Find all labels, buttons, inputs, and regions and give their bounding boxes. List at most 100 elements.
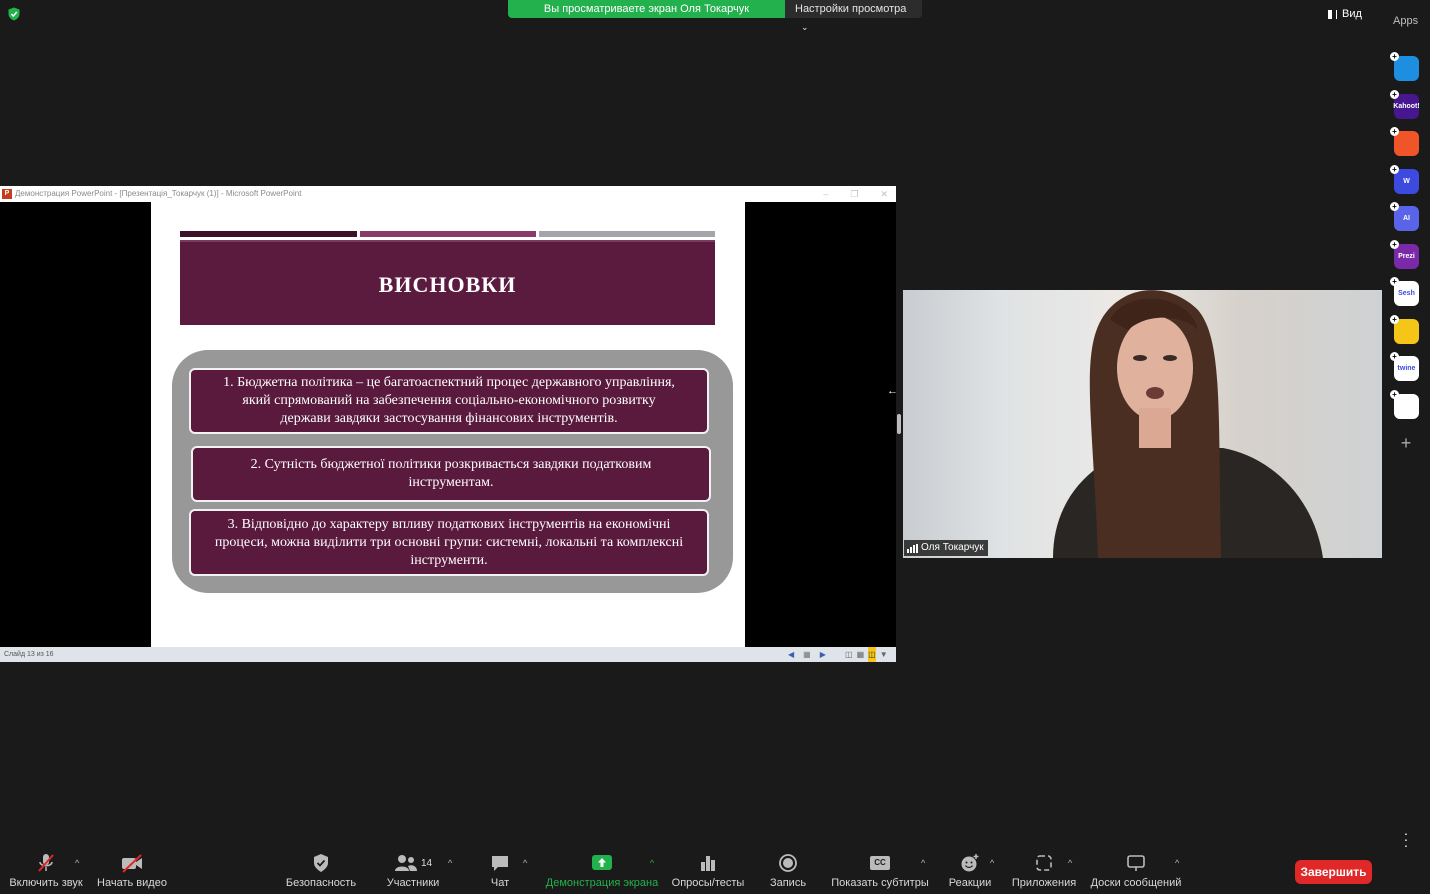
more-options-icon[interactable]: · · · xyxy=(1401,826,1411,852)
ai-app-icon[interactable]: AI + xyxy=(1390,202,1419,231)
slide-title: ВИСНОВКИ xyxy=(378,272,517,297)
slide-counter: Слайд 13 из 16 xyxy=(4,651,54,658)
twine-text: twine xyxy=(1397,365,1416,372)
kahoot-icon[interactable]: Kahoot! + xyxy=(1390,90,1420,119)
slide-nav-controls: ◀ ▦ ▶ xyxy=(788,647,826,662)
add-app-plus-icon[interactable]: + xyxy=(1390,127,1399,136)
chat-button[interactable]: Чат xyxy=(480,848,520,894)
ppt-window-title: Демонстрация PowerPoint - [Презентація_Т… xyxy=(15,189,302,198)
ai-app-text: AI xyxy=(1403,215,1410,222)
polls-button[interactable]: Опросы/тесты xyxy=(670,848,746,894)
whiteboards-options-chevron-icon[interactable]: ^ xyxy=(1175,858,1179,868)
add-app-plus-icon[interactable]: + xyxy=(1390,240,1399,249)
participants-icon: 14 xyxy=(394,848,432,878)
end-meeting-button[interactable]: Завершить xyxy=(1295,860,1372,884)
participants-options-chevron-icon[interactable]: ^ xyxy=(448,858,452,868)
view-button-label: Вид xyxy=(1342,8,1362,20)
orange-app-icon[interactable]: + xyxy=(1390,127,1419,156)
multicolor-app-icon[interactable]: + xyxy=(1390,390,1419,419)
captions-button[interactable]: CC Показать субтитры xyxy=(829,848,931,894)
polls-icon xyxy=(699,848,717,878)
whiteboards-label: Доски сообщений xyxy=(1090,877,1182,889)
view-settings-dropdown[interactable]: Настройки просмотра ⌄ xyxy=(785,0,922,32)
previous-slide-icon[interactable]: ◀ xyxy=(788,647,794,662)
apps-icon xyxy=(1035,848,1053,878)
record-button[interactable]: Запись xyxy=(760,848,816,894)
ppt-title-bar[interactable]: P Демонстрация PowerPoint - [Презентація… xyxy=(0,186,896,202)
chevron-down-icon: ⌄ xyxy=(801,22,809,32)
add-app-icon[interactable]: + xyxy=(1397,434,1415,452)
add-app-plus-icon[interactable]: + xyxy=(1390,90,1399,99)
chat-options-chevron-icon[interactable]: ^ xyxy=(523,858,527,868)
security-button[interactable]: Безопасность xyxy=(283,848,359,894)
captions-label: Показать субтитры xyxy=(831,877,929,889)
add-app-plus-icon[interactable]: + xyxy=(1390,52,1399,61)
participant-video[interactable]: Оля Токарчук xyxy=(903,290,1382,558)
add-app-plus-icon[interactable]: + xyxy=(1390,202,1399,211)
participant-name: Оля Токарчук xyxy=(921,542,984,553)
normal-view-icon[interactable]: ◫ xyxy=(845,647,853,662)
chat-label: Чат xyxy=(490,877,510,889)
start-video-button[interactable]: Начать видео xyxy=(94,848,170,894)
polls-label: Опросы/тесты xyxy=(671,877,745,889)
add-app-plus-icon[interactable]: + xyxy=(1390,277,1399,286)
split-view-handle[interactable] xyxy=(897,414,901,434)
restore-icon[interactable]: ❐ xyxy=(850,186,858,202)
encryption-shield-icon[interactable] xyxy=(7,7,21,21)
participants-button[interactable]: 14 Участники xyxy=(378,848,448,894)
collapse-arrow-icon[interactable]: ← xyxy=(887,385,898,397)
add-app-plus-icon[interactable]: + xyxy=(1390,352,1399,361)
next-slide-icon[interactable]: ▶ xyxy=(820,647,826,662)
sorter-view-icon[interactable]: ▦ xyxy=(857,647,865,662)
reading-view-icon[interactable]: ◫ xyxy=(868,647,876,662)
apps-label: Apps xyxy=(1393,15,1419,27)
conclusion-item: 2. Сутність бюджетної політики розкриває… xyxy=(191,446,711,502)
conclusions-container: 1. Бюджетна політика – це багатоаспектни… xyxy=(172,350,733,593)
participant-portrait xyxy=(1053,290,1323,558)
participant-name-tag: Оля Токарчук xyxy=(904,540,988,556)
unmute-button[interactable]: Включить звук xyxy=(8,848,84,894)
audio-options-chevron-icon[interactable]: ^ xyxy=(75,858,79,868)
participants-count: 14 xyxy=(420,857,433,869)
ppt-status-bar: Слайд 13 из 16 ◀ ▦ ▶ ◫ ▦ ◫ ▼ xyxy=(0,647,896,662)
whiteboard-icon xyxy=(1126,848,1146,878)
share-options-chevron-icon[interactable]: ^ xyxy=(650,858,654,868)
apps-options-chevron-icon[interactable]: ^ xyxy=(1068,858,1072,868)
window-controls: – ❐ ✕ xyxy=(823,186,888,202)
conclusion-item: 1. Бюджетна політика – це багатоаспектни… xyxy=(189,368,709,434)
add-app-plus-icon[interactable]: + xyxy=(1390,390,1399,399)
pointer-app-icon[interactable]: + xyxy=(1390,52,1419,81)
slide-accent-bar xyxy=(360,231,536,237)
wooclap-text: W xyxy=(1403,178,1410,185)
video-off-icon xyxy=(120,848,144,878)
prezi-icon[interactable]: Prezi + xyxy=(1390,240,1419,269)
captions-options-chevron-icon[interactable]: ^ xyxy=(921,858,925,868)
add-app-plus-icon[interactable]: + xyxy=(1390,315,1399,324)
reactions-button[interactable]: Реакции xyxy=(945,848,995,894)
slide-accent-bar xyxy=(539,231,715,237)
muted-mic-icon xyxy=(35,848,57,878)
whiteboards-button[interactable]: Доски сообщений xyxy=(1088,848,1184,894)
wooclap-icon[interactable]: W + xyxy=(1390,165,1419,194)
view-layout-icon xyxy=(1328,9,1337,19)
add-app-plus-icon[interactable]: + xyxy=(1390,165,1399,174)
twine-icon[interactable]: twine + xyxy=(1390,352,1419,381)
apps-button[interactable]: Приложения xyxy=(1010,848,1078,894)
powerpoint-window[interactable]: P Демонстрация PowerPoint - [Презентація… xyxy=(0,186,896,662)
emoji-app-icon[interactable]: + xyxy=(1390,315,1419,344)
reactions-options-chevron-icon[interactable]: ^ xyxy=(990,858,994,868)
view-mode-controls: ◫ ▦ ◫ ▼ xyxy=(845,647,888,662)
view-button[interactable]: Вид xyxy=(1328,5,1362,23)
start-video-label: Начать видео xyxy=(97,877,167,889)
record-icon xyxy=(778,848,798,878)
minimize-icon[interactable]: – xyxy=(823,186,828,202)
meeting-toolbar: Включить звук ^ Начать видео Безопасност… xyxy=(0,848,1430,894)
unmute-label: Включить звук xyxy=(9,877,83,889)
share-screen-button[interactable]: Демонстрация экрана xyxy=(543,848,661,894)
powerpoint-icon: P xyxy=(2,189,12,199)
kahoot-text: Kahoot! xyxy=(1393,103,1420,110)
slide-menu-icon[interactable]: ▦ xyxy=(803,647,811,662)
sesh-icon[interactable]: Sesh + xyxy=(1390,277,1419,306)
close-icon[interactable]: ✕ xyxy=(880,186,888,202)
slideshow-view-icon[interactable]: ▼ xyxy=(880,647,888,662)
